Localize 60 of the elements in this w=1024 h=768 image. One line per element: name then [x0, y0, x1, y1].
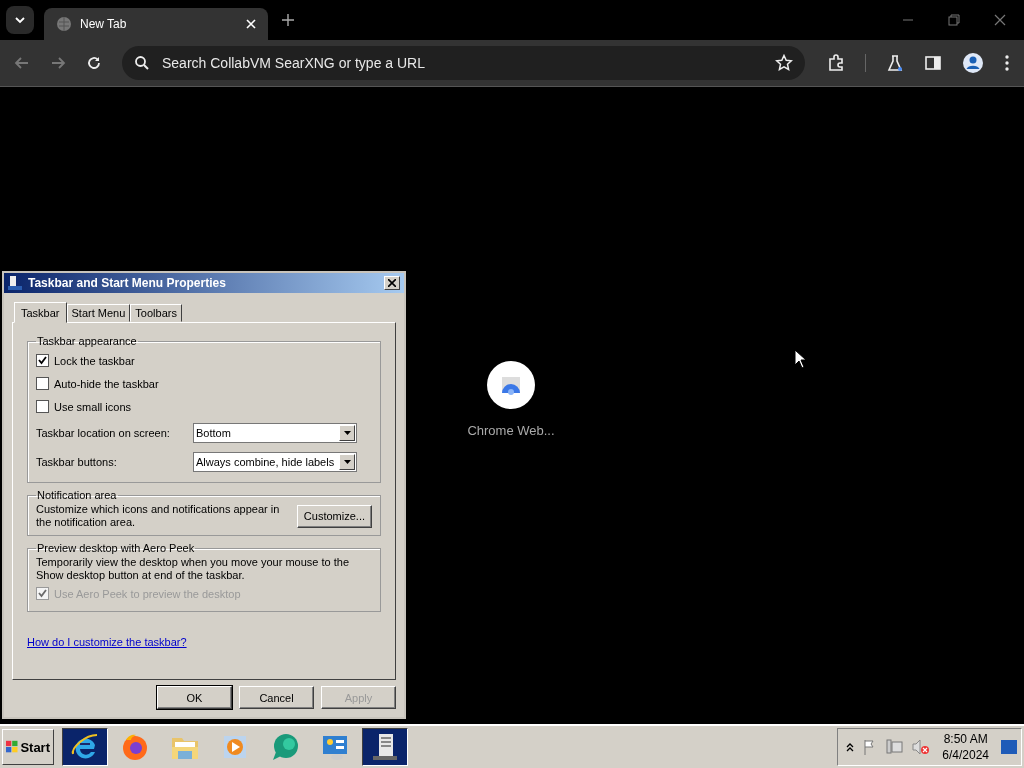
window-title: Taskbar and Start Menu Properties — [28, 276, 227, 290]
taskbar-button[interactable] — [62, 728, 108, 766]
dialog-tab[interactable]: Taskbar — [14, 302, 67, 323]
checkbox[interactable] — [36, 354, 49, 367]
web-store-icon[interactable] — [487, 361, 535, 409]
group-title: Notification area — [36, 489, 118, 501]
dropdown[interactable]: Always combine, hide labels — [193, 451, 357, 472]
checkbox-label: Lock the taskbar — [54, 354, 135, 367]
chat-bubble-icon — [270, 732, 300, 762]
forward-icon[interactable] — [50, 55, 66, 71]
side-panel-icon[interactable] — [924, 54, 942, 72]
server-icon — [370, 732, 400, 762]
chevron-down-icon — [14, 14, 26, 26]
dialog-button[interactable]: OK — [157, 686, 232, 709]
taskbar-button[interactable] — [362, 728, 408, 766]
address-bar[interactable]: Search CollabVM SearXNG or type a URL — [122, 46, 805, 80]
dialog-tab[interactable]: Start Menu — [66, 304, 131, 322]
tab-title: New Tab — [80, 17, 128, 31]
field-label: Taskbar location on screen: — [36, 426, 171, 439]
browser-tab[interactable]: New Tab — [44, 8, 268, 40]
checkbox[interactable] — [36, 400, 49, 413]
close-button[interactable] — [384, 276, 400, 290]
tab-search-button[interactable] — [6, 6, 34, 34]
clock-date[interactable]: 6/4/2024 — [942, 747, 989, 763]
reload-icon[interactable] — [86, 55, 102, 71]
dropdown[interactable]: Bottom — [193, 422, 357, 443]
window-icon — [8, 276, 22, 290]
group-title: Preview desktop with Aero Peek — [36, 542, 196, 554]
field-label: Taskbar buttons: — [36, 455, 118, 468]
plus-icon[interactable] — [282, 14, 294, 26]
speaker-muted-icon[interactable] — [912, 739, 931, 755]
menu-icon[interactable] — [1004, 54, 1010, 72]
chevron-up-icon[interactable] — [846, 742, 855, 752]
help-link[interactable]: How do I customize the taskbar? — [27, 636, 187, 648]
dialog-button[interactable]: Cancel — [239, 686, 314, 709]
dropdown-arrow-icon — [343, 459, 351, 464]
close-icon — [388, 279, 396, 287]
clock-time[interactable]: 8:50 AM — [943, 731, 988, 747]
dropdown-arrow-icon — [343, 430, 351, 435]
globe-icon — [56, 16, 72, 32]
puzzle-icon[interactable] — [827, 54, 845, 72]
dialog-tab[interactable]: Toolbars — [130, 304, 182, 322]
shortcut-label[interactable]: Chrome Web... — [467, 423, 555, 438]
back-icon[interactable] — [14, 55, 30, 71]
checkbox[interactable] — [36, 377, 49, 390]
group-title: Taskbar appearance — [36, 335, 138, 347]
search-icon — [134, 55, 150, 71]
windows-logo-icon — [6, 740, 19, 754]
checkbox-label: Auto-hide the taskbar — [54, 377, 159, 390]
description-text: Customize which icons and notifications appear in the notification area. — [36, 503, 281, 529]
description-text: Temporarily view the desktop when you move your mouse to the Show desktop button at end of the taskbar. — [36, 556, 351, 582]
restore-icon[interactable] — [948, 14, 960, 26]
flask-icon[interactable] — [886, 54, 904, 72]
start-button[interactable]: Start — [2, 729, 54, 765]
profile-icon[interactable] — [962, 52, 984, 74]
star-icon[interactable] — [775, 54, 793, 72]
mouse-pointer-icon — [794, 349, 806, 369]
customize-button[interactable]: Customize... — [296, 504, 372, 528]
fox-globe-icon — [120, 732, 150, 762]
checkbox-label: Use small icons — [54, 400, 132, 413]
